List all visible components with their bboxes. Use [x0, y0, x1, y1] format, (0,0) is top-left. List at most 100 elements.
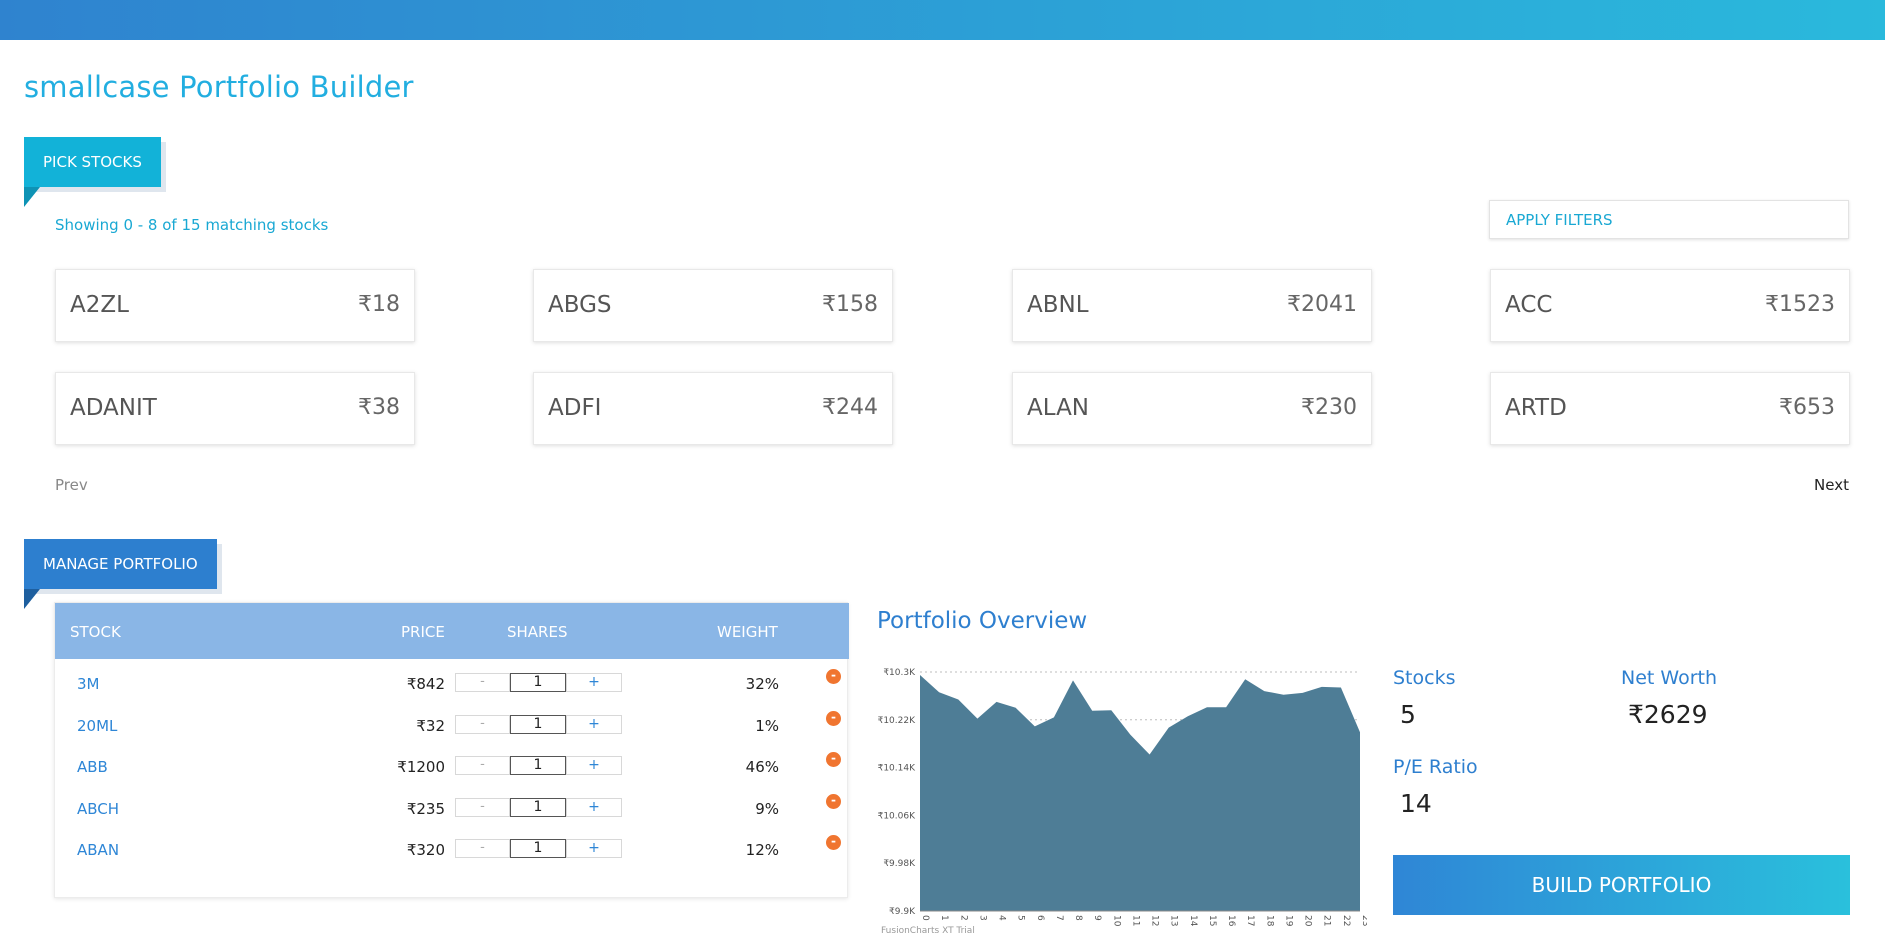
stock-symbol: ACC [1505, 292, 1553, 318]
row-stock[interactable]: 20ML [77, 717, 117, 735]
increase-shares-button[interactable]: + [566, 673, 622, 692]
build-portfolio-button[interactable]: BUILD PORTFOLIO [1393, 855, 1850, 915]
chart-x-tick-label: 1 [939, 915, 949, 921]
chart-y-tick-label: ₹10.14K [878, 764, 916, 774]
chart-x-tick-label: 6 [1035, 915, 1045, 921]
shares-input[interactable]: 1 [510, 756, 566, 775]
row-price: ₹235 [406, 800, 445, 818]
stock-symbol: ADANIT [70, 395, 157, 421]
remove-stock-icon[interactable]: - [826, 752, 841, 767]
stock-card[interactable]: ABNL ₹2041 [1012, 269, 1372, 342]
chart-x-tick-label: 23 [1360, 915, 1367, 926]
shares-input[interactable]: 1 [510, 798, 566, 817]
pe-ratio-label: P/E Ratio [1393, 756, 1478, 778]
stock-card[interactable]: ADFI ₹244 [533, 372, 893, 445]
pick-stocks-ribbon: PICK STOCKS [24, 137, 161, 207]
stock-price: ₹18 [358, 292, 400, 317]
row-stock[interactable]: ABB [77, 758, 108, 776]
chart-x-tick-label: 13 [1169, 915, 1179, 926]
row-weight: 1% [755, 717, 779, 735]
stock-symbol: ALAN [1027, 395, 1090, 421]
stock-symbol: ABNL [1027, 292, 1089, 318]
column-header-weight: WEIGHT [717, 623, 778, 641]
chart-x-tick-label: 11 [1130, 915, 1140, 926]
decrease-shares-button[interactable]: - [455, 756, 510, 775]
decrease-shares-button[interactable]: - [455, 839, 510, 858]
next-page-link[interactable]: Next [1814, 476, 1849, 494]
portfolio-value-chart: ₹9.9K ₹9.98K ₹10.06K ₹10.14K ₹10.22K ₹10.3K 0 1… [878, 668, 1367, 936]
shares-input[interactable]: 1 [510, 715, 566, 734]
stock-price: ₹244 [822, 395, 878, 420]
chart-x-tick-label: 2 [958, 915, 968, 921]
table-row: 3M ₹842 - 1 + 32% - [55, 665, 849, 706]
chart-y-tick-label: ₹10.22K [878, 716, 916, 726]
portfolio-table: STOCK PRICE SHARES WEIGHT 3M ₹842 - 1 + … [54, 602, 849, 898]
stock-price: ₹230 [1301, 395, 1357, 420]
row-stock[interactable]: ABAN [77, 841, 119, 859]
increase-shares-button[interactable]: + [566, 798, 622, 817]
remove-stock-icon[interactable]: - [826, 669, 841, 684]
stock-price: ₹653 [1779, 395, 1835, 420]
increase-shares-button[interactable]: + [566, 756, 622, 775]
stock-card[interactable]: ADANIT ₹38 [55, 372, 415, 445]
stock-symbol: ADFI [548, 395, 602, 421]
stocks-label: Stocks [1393, 667, 1456, 689]
table-row: 20ML ₹32 - 1 + 1% - [55, 707, 849, 748]
table-row: ABCH ₹235 - 1 + 9% - [55, 790, 849, 831]
increase-shares-button[interactable]: + [566, 839, 622, 858]
chart-x-tick-label: 16 [1226, 915, 1236, 927]
chart-x-tick-label: 3 [977, 915, 987, 921]
stock-card[interactable]: A2ZL ₹18 [55, 269, 415, 342]
chart-x-tick-label: 8 [1073, 915, 1083, 921]
pick-stocks-label: PICK STOCKS [43, 153, 142, 171]
increase-shares-button[interactable]: + [566, 715, 622, 734]
column-header-stock: STOCK [70, 623, 121, 641]
chart-x-tick-label: 5 [1016, 915, 1026, 921]
chart-x-tick-label: 20 [1303, 915, 1313, 927]
decrease-shares-button[interactable]: - [455, 798, 510, 817]
row-price: ₹1200 [397, 758, 445, 776]
stock-card[interactable]: ACC ₹1523 [1490, 269, 1850, 342]
stock-card[interactable]: ALAN ₹230 [1012, 372, 1372, 445]
apply-filters-button[interactable]: APPLY FILTERS [1489, 200, 1849, 239]
networth-value: ₹2629 [1628, 700, 1708, 729]
stock-card[interactable]: ARTD ₹653 [1490, 372, 1850, 445]
chart-x-tick-label: 7 [1054, 915, 1064, 921]
manage-portfolio-ribbon: MANAGE PORTFOLIO [24, 539, 217, 609]
stock-card[interactable]: ABGS ₹158 [533, 269, 893, 342]
shares-input[interactable]: 1 [510, 839, 566, 858]
pe-ratio-value: 14 [1400, 789, 1432, 818]
chart-x-tick-label: 17 [1245, 915, 1255, 926]
stock-price: ₹38 [358, 395, 400, 420]
remove-stock-icon[interactable]: - [826, 711, 841, 726]
chart-area-series [920, 675, 1360, 911]
chart-y-tick-label: ₹10.06K [878, 811, 916, 821]
stock-symbol: ABGS [548, 292, 612, 318]
column-header-shares: SHARES [507, 623, 568, 641]
table-header: STOCK PRICE SHARES WEIGHT [55, 603, 849, 659]
remove-stock-icon[interactable]: - [826, 794, 841, 809]
column-header-price: PRICE [401, 623, 445, 641]
networth-label: Net Worth [1621, 667, 1717, 689]
decrease-shares-button[interactable]: - [455, 715, 510, 734]
remove-stock-icon[interactable]: - [826, 835, 841, 850]
prev-page-link[interactable]: Prev [55, 476, 88, 494]
row-weight: 9% [755, 800, 779, 818]
chart-x-tick-label: 0 [920, 915, 930, 921]
chart-y-tick-label: ₹9.98K [883, 859, 916, 869]
shares-input[interactable]: 1 [510, 673, 566, 692]
chart-x-tick-label: 12 [1150, 915, 1160, 926]
top-bar [0, 0, 1885, 40]
row-price: ₹32 [416, 717, 445, 735]
row-weight: 46% [745, 758, 779, 776]
decrease-shares-button[interactable]: - [455, 673, 510, 692]
chart-y-tick-label: ₹9.9K [889, 907, 916, 917]
row-stock[interactable]: 3M [77, 675, 100, 693]
row-weight: 12% [745, 841, 779, 859]
row-price: ₹320 [406, 841, 445, 859]
chart-x-tick-label: 22 [1341, 915, 1351, 926]
chart-y-tick-label: ₹10.3K [883, 668, 916, 678]
portfolio-overview-title: Portfolio Overview [877, 608, 1088, 634]
table-row: ABAN ₹320 - 1 + 12% - [55, 831, 849, 872]
row-stock[interactable]: ABCH [77, 800, 119, 818]
